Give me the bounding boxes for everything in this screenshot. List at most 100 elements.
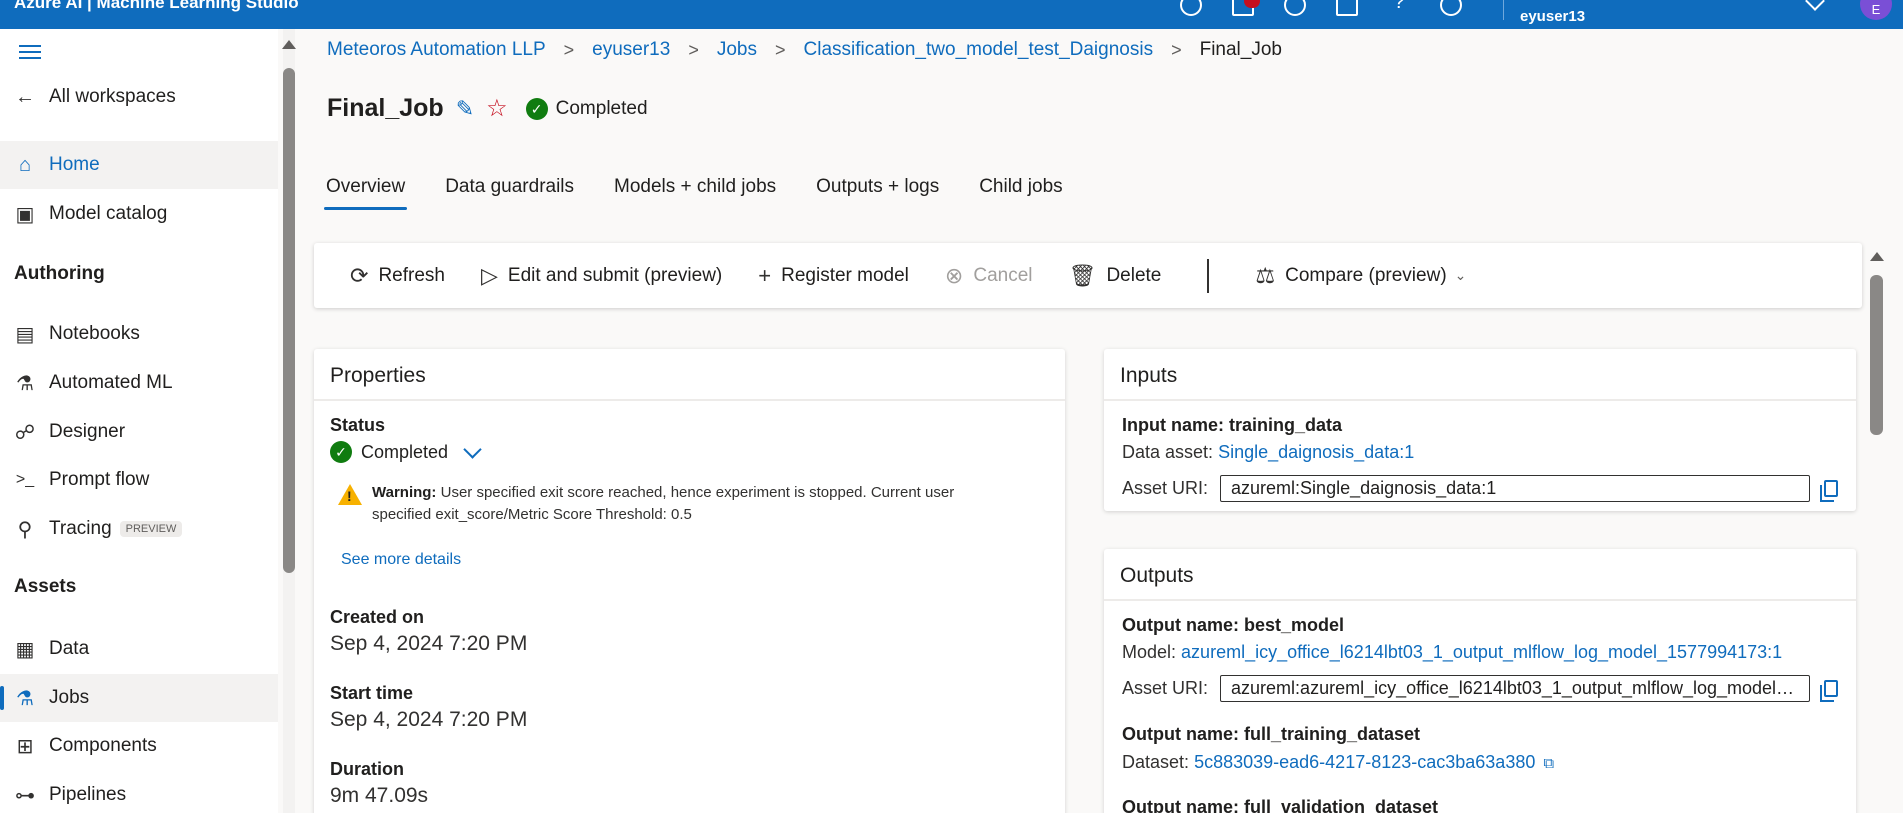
notification-badge — [1244, 0, 1260, 8]
chevron-right-icon: > — [563, 39, 575, 60]
trash-icon: 🗑 — [1068, 262, 1097, 288]
top-divider — [1503, 0, 1504, 20]
app-title[interactable]: Azure AI | Machine Learning Studio — [14, 0, 299, 14]
tab-outputs-logs[interactable]: Outputs + logs — [814, 172, 941, 210]
breadcrumb: Meteoros Automation LLP > eyuser13 > Job… — [327, 39, 1282, 61]
chevron-down-icon[interactable] — [463, 439, 482, 459]
gear-icon[interactable] — [1284, 0, 1306, 16]
sidebar-item-automated-ml[interactable]: ⚗ Automated ML — [0, 359, 278, 407]
output-asset-uri-field[interactable]: azureml:azureml_icy_office_l6214lbt03_1_… — [1220, 675, 1811, 702]
chevron-right-icon: > — [1171, 39, 1182, 60]
sidebar-item-designer[interactable]: ☍ Designer — [0, 408, 278, 456]
input-name: Input name: training_data — [1122, 415, 1343, 435]
prompt-flow-icon: >_ — [15, 471, 35, 488]
inputs-card: Inputs Input name: training_data Data as… — [1104, 349, 1856, 511]
cancel-button[interactable]: ⊗ Cancel — [945, 263, 1033, 289]
pipelines-icon: ⊶ — [15, 784, 35, 807]
clock-icon[interactable] — [1180, 0, 1202, 16]
automl-icon: ⚗ — [16, 372, 34, 395]
checkmark-circle-icon: ✓ — [330, 441, 352, 463]
properties-heading: Properties — [314, 349, 1065, 401]
avatar[interactable]: E — [1860, 0, 1892, 20]
sidebar-item-pipelines[interactable]: ⊶ Pipelines — [0, 771, 278, 813]
sidebar-item-tracing[interactable]: ⚲ Tracing PREVIEW — [0, 505, 278, 553]
data-asset-line: Data asset: Single_daignosis_data:1 — [1122, 442, 1415, 462]
breadcrumb-workspace[interactable]: eyuser13 — [592, 39, 670, 61]
external-link-icon[interactable]: ⧉ — [1543, 755, 1554, 772]
delete-button[interactable]: 🗑 Delete — [1069, 263, 1162, 289]
sidebar-scroll-up-icon[interactable] — [282, 40, 296, 49]
breadcrumb-experiment[interactable]: Classification_two_model_test_Daignosis — [804, 39, 1154, 61]
dataset-line: Dataset: 5c883039-ead6-4217-8123-cac3ba6… — [1122, 752, 1555, 772]
compare-button[interactable]: ⚖ Compare (preview) ⌄ — [1255, 263, 1466, 289]
output-name-full-validation-dataset: Output name: full_validation_dataset — [1122, 797, 1439, 813]
play-circle-icon: ▷ — [480, 262, 498, 288]
breadcrumb-jobs[interactable]: Jobs — [717, 39, 757, 61]
tab-overview[interactable]: Overview — [324, 172, 408, 210]
edit-submit-button[interactable]: ▷ Edit and submit (preview) — [481, 263, 722, 289]
hamburger-menu-icon[interactable] — [19, 45, 41, 59]
outputs-heading: Outputs — [1104, 549, 1856, 601]
status-badge: Completed — [555, 97, 648, 119]
bell-icon[interactable] — [1232, 0, 1260, 16]
sidebar-item-prompt-flow[interactable]: >_ Prompt flow — [0, 456, 278, 504]
main-scroll-up-icon[interactable] — [1870, 252, 1884, 261]
see-more-details-link[interactable]: See more details — [341, 551, 461, 569]
status-value: Completed — [361, 441, 449, 462]
model-link[interactable]: azureml_icy_office_l6214lbt03_1_output_m… — [1181, 642, 1782, 662]
assets-heading: Assets — [14, 576, 77, 597]
tracing-icon: ⚲ — [17, 518, 33, 541]
catalog-icon: ▣ — [15, 203, 35, 226]
chevron-down-icon[interactable] — [1805, 0, 1825, 11]
tab-data-guardrails[interactable]: Data guardrails — [443, 172, 576, 210]
tab-models-child-jobs[interactable]: Models + child jobs — [612, 172, 778, 210]
properties-card: Properties Status ✓ Completed ! Warning:… — [314, 349, 1065, 813]
sidebar-scrollbar-thumb[interactable] — [283, 68, 295, 573]
register-model-button[interactable]: + Register model — [758, 263, 909, 289]
sidebar-item-all-workspaces[interactable]: ← All workspaces — [0, 73, 278, 121]
tab-child-jobs[interactable]: Child jobs — [977, 172, 1064, 210]
sidebar-item-model-catalog[interactable]: ▣ Model catalog — [0, 190, 278, 238]
sidebar-item-jobs[interactable]: ⚗ Jobs — [0, 674, 278, 722]
toolbar-divider — [1207, 258, 1210, 293]
created-on-value: Sep 4, 2024 7:20 PM — [330, 632, 528, 655]
output-name-full-training-dataset: Output name: full_training_dataset — [1122, 724, 1421, 744]
chevron-right-icon: > — [688, 39, 699, 60]
breadcrumb-org[interactable]: Meteoros Automation LLP — [327, 39, 546, 61]
copy-icon[interactable] — [1820, 480, 1839, 502]
copy-icon[interactable] — [1820, 680, 1839, 702]
sidebar-item-notebooks[interactable]: ▤ Notebooks — [0, 310, 278, 358]
refresh-button[interactable]: ⟳ Refresh — [350, 263, 445, 289]
refresh-icon: ⟳ — [350, 262, 369, 288]
components-icon: ⊞ — [16, 735, 34, 758]
pencil-edit-icon[interactable]: ✎ — [456, 96, 474, 122]
feedback-icon[interactable] — [1336, 0, 1358, 16]
smiley-icon[interactable] — [1440, 0, 1462, 16]
checkmark-circle-icon: ✓ — [525, 97, 548, 120]
input-asset-uri-field[interactable]: azureml:Single_daignosis_data:1 — [1220, 475, 1811, 502]
data-asset-link[interactable]: Single_daignosis_data:1 — [1218, 442, 1414, 462]
scale-compare-icon: ⚖ — [1255, 262, 1276, 288]
top-icons: ? — [1180, 0, 1462, 16]
star-favorite-icon[interactable]: ☆ — [486, 94, 508, 123]
home-icon: ⌂ — [18, 153, 32, 176]
main-scrollbar-thumb[interactable] — [1870, 275, 1883, 435]
created-on-label: Created on — [330, 607, 425, 627]
dataset-link[interactable]: 5c883039-ead6-4217-8123-cac3ba63a380 — [1194, 752, 1535, 772]
sidebar-item-components[interactable]: ⊞ Components — [0, 722, 278, 770]
sidebar-item-data[interactable]: ▦ Data — [0, 625, 278, 673]
status-row: ✓ Completed — [330, 439, 482, 463]
warning-icon: ! — [338, 484, 362, 505]
page-title: Final_Job — [327, 94, 444, 122]
tab-bar: Overview Data guardrails Models + child … — [324, 172, 1101, 210]
sidebar-item-home[interactable]: ⌂ Home — [0, 141, 278, 189]
warning-text: User specified exit score reached, hence… — [372, 484, 955, 523]
preview-badge: PREVIEW — [119, 521, 183, 537]
notebook-icon: ▤ — [15, 323, 35, 346]
chevron-right-icon: > — [774, 39, 786, 60]
authoring-heading: Authoring — [14, 263, 105, 284]
user-name[interactable]: eyuser13 — [1520, 8, 1585, 25]
help-icon[interactable]: ? — [1388, 0, 1410, 16]
start-time-label: Start time — [330, 683, 414, 703]
input-uri-row: Asset URI: azureml:Single_daignosis_data… — [1122, 475, 1839, 502]
